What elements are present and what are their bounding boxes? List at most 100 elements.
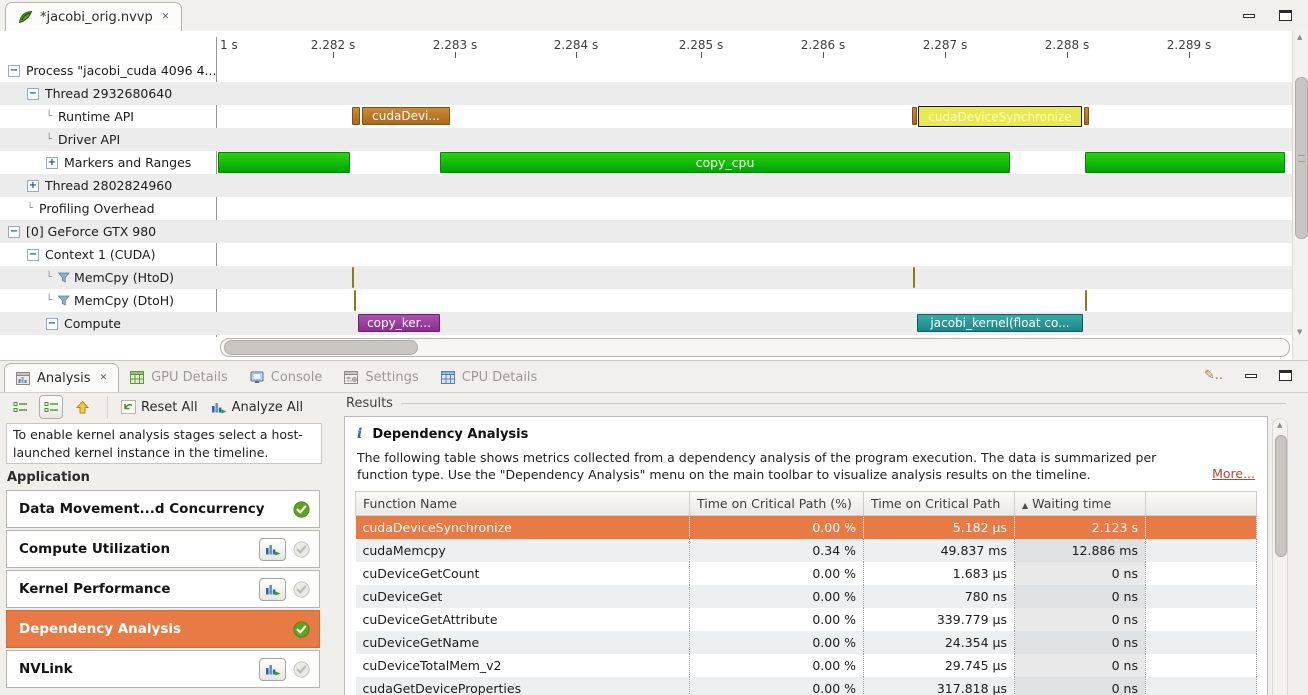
tree-row-runtime-api[interactable]: └Runtime API <box>0 105 218 128</box>
analysis-stage-compute-utilization[interactable]: Compute Utilization <box>6 530 320 568</box>
tick-interval[interactable] <box>1085 290 1087 311</box>
filter-icon <box>58 272 70 283</box>
tree-row-markers-and-ranges[interactable]: + Markers and Ranges <box>0 151 218 174</box>
scroll-up-icon[interactable]: ▲ <box>1297 33 1302 41</box>
guided-analysis-button[interactable] <box>8 395 32 419</box>
scrollbar-thumb[interactable] <box>224 340 418 355</box>
table-row[interactable]: cuDeviceGetName0.00 %24.354 µs0 ns <box>356 631 1257 654</box>
collapse-toggle-icon[interactable]: − <box>8 226 20 238</box>
analysis-icon <box>16 372 30 385</box>
table-row[interactable]: cudaMemcpy0.34 %49.837 ms12.886 ms <box>356 539 1257 562</box>
tree-row-compute[interactable]: −Compute <box>0 312 218 335</box>
timeline-ruler: 1 s2.282 s2.283 s2.284 s2.285 s2.286 s2.… <box>218 31 1292 59</box>
info-icon: i <box>357 426 362 442</box>
ruler-tick <box>455 52 456 58</box>
tick-interval[interactable] <box>354 290 356 311</box>
expand-toggle-icon[interactable]: + <box>46 157 58 169</box>
tree-row-driver-api[interactable]: └Driver API <box>0 128 218 151</box>
tab-settings[interactable]: Settings <box>333 363 429 392</box>
tab-cpu-details[interactable]: CPU Details <box>430 363 549 392</box>
scrollbar-track[interactable] <box>220 338 1290 357</box>
collapse-toggle-icon[interactable]: − <box>27 88 39 100</box>
cudadevi-interval[interactable]: cudaDevi... <box>362 107 450 125</box>
collapse-toggle-icon[interactable]: − <box>27 249 39 261</box>
results-scrollbar[interactable]: ▲ <box>1272 418 1288 695</box>
column-header-waiting-time[interactable]: ▲Waiting time <box>1015 491 1146 515</box>
tree-row-0-geforce-gtx-980[interactable]: −[0] GeForce GTX 980 <box>0 220 218 243</box>
analysis-stage-dependency-analysis[interactable]: Dependency Analysis <box>6 610 320 648</box>
stage-actions <box>293 611 310 647</box>
minimize-icon[interactable] <box>1243 14 1255 18</box>
range-interval[interactable] <box>1085 152 1285 173</box>
table-row[interactable]: cudaGetDeviceProperties0.00 %317.818 µs0… <box>356 677 1257 695</box>
tab-gpu-details[interactable]: GPU Details <box>119 363 239 392</box>
minimize-icon[interactable] <box>1245 374 1257 378</box>
tab-jacobi-orig-nvvp[interactable]: *jacobi_orig.nvvp ✕ <box>5 2 182 31</box>
tree-row-profiling-overhead[interactable]: └Profiling Overhead <box>0 197 218 220</box>
maximize-icon[interactable] <box>1279 10 1292 21</box>
table-row[interactable]: cuDeviceGetCount0.00 %1.683 µs0 ns <box>356 562 1257 585</box>
copy-cpu-interval[interactable]: copy_cpu <box>440 152 1010 173</box>
table-row[interactable]: cuDeviceTotalMem_v20.00 %29.745 µs0 ns <box>356 654 1257 677</box>
collapse-toggle-icon[interactable]: − <box>8 65 20 77</box>
unguided-analysis-button[interactable] <box>39 395 63 419</box>
analyze-stage-button[interactable] <box>259 658 286 681</box>
copy-ker-interval[interactable]: copy_ker... <box>358 314 440 332</box>
status-pending-icon <box>293 541 310 558</box>
ruler-label: 2.283 s <box>433 38 477 52</box>
back-up-button[interactable] <box>70 395 94 419</box>
api-interval[interactable] <box>912 107 917 125</box>
analysis-stage-nvlink[interactable]: NVLink <box>6 650 320 688</box>
scroll-down-icon[interactable]: ▼ <box>1297 328 1302 336</box>
tree-row-context-1-cuda[interactable]: −Context 1 (CUDA) <box>0 243 218 266</box>
tree-row-memcpy-dtoh[interactable]: └MemCpy (DtoH) <box>0 289 218 312</box>
table-row[interactable]: cuDeviceGetAttribute0.00 %339.779 µs0 ns <box>356 608 1257 631</box>
tab-console[interactable]: Console <box>239 363 334 392</box>
tree-row-label: Markers and Ranges <box>64 155 191 170</box>
analysis-stage-data-movement-d-concurrency[interactable]: Data Movement...d Concurrency <box>6 490 320 528</box>
jacobi-kernel-float-co-interval[interactable]: jacobi_kernel(float co... <box>917 314 1083 332</box>
tree-row-label: Driver API <box>58 132 120 147</box>
range-interval[interactable] <box>218 152 350 173</box>
cell-critical-path-pct: 0.00 % <box>690 631 864 654</box>
table-row[interactable]: cudaDeviceSynchronize0.00 %5.182 µs2.123… <box>356 515 1257 539</box>
tree-row-memcpy-htod[interactable]: └MemCpy (HtoD) <box>0 266 218 289</box>
analysis-stage-kernel-performance[interactable]: Kernel Performance <box>6 570 320 608</box>
more-link[interactable]: More... <box>1212 465 1255 482</box>
maximize-icon[interactable] <box>1279 370 1292 381</box>
tick-interval[interactable] <box>352 267 354 288</box>
api-interval[interactable] <box>352 107 360 125</box>
results-description: The following table shows metrics collec… <box>357 449 1257 484</box>
scrollbar-thumb[interactable] <box>1275 435 1287 557</box>
tree-row-label: Process "jacobi_cuda 4096 4... <box>26 63 216 78</box>
nvvp-window: *jacobi_orig.nvvp ✕ 1 s2.282 s2.283 s2.2… <box>0 0 1308 695</box>
tree-row-thread-2802824960[interactable]: +Thread 2802824960 <box>0 174 218 197</box>
analyze-stage-button[interactable] <box>259 538 286 561</box>
timeline-vertical-scrollbar[interactable]: ▲ ▼ <box>1292 31 1308 360</box>
tree-row-thread-2932680640[interactable]: −Thread 2932680640 <box>0 82 218 105</box>
tree-row-process-jacobi-cuda-4096-4[interactable]: −Process "jacobi_cuda 4096 4... <box>0 59 218 82</box>
collapse-toggle-icon[interactable]: − <box>46 318 58 330</box>
analysis-stage-label: Dependency Analysis <box>19 621 181 637</box>
expand-toggle-icon[interactable]: + <box>27 180 39 192</box>
scrollbar-thumb[interactable] <box>1295 77 1308 239</box>
timeline-horizontal-scrollbar[interactable] <box>218 335 1292 360</box>
tab-analysis[interactable]: Analysis✕ <box>4 363 119 392</box>
cudadevicesynchronize-interval[interactable]: cudaDeviceSynchronize <box>918 106 1082 127</box>
cell-critical-path-time: 29.745 µs <box>864 654 1015 677</box>
column-header-time-on-critical-path[interactable]: Time on Critical Path (%) <box>690 491 864 515</box>
analyze-stage-button[interactable] <box>259 578 286 601</box>
scroll-up-icon[interactable]: ▲ <box>1277 421 1282 429</box>
tick-interval[interactable] <box>913 267 915 288</box>
close-icon[interactable]: ✕ <box>162 12 170 22</box>
close-icon[interactable]: ✕ <box>100 373 108 383</box>
view-menu-icon[interactable]: ✎.. <box>1204 371 1223 381</box>
api-interval[interactable] <box>1084 107 1089 125</box>
tree-leaf-icon: └ <box>46 111 52 122</box>
table-row[interactable]: cuDeviceGet0.00 %780 ns0 ns <box>356 585 1257 608</box>
analysis-toolbar: Reset All Analyze All <box>0 392 334 422</box>
analyze-all-button[interactable]: Analyze All <box>211 400 303 415</box>
reset-all-button[interactable]: Reset All <box>121 400 198 415</box>
column-header-function-name[interactable]: Function Name <box>356 491 690 515</box>
column-header-time-on-critical-path[interactable]: Time on Critical Path <box>864 491 1015 515</box>
